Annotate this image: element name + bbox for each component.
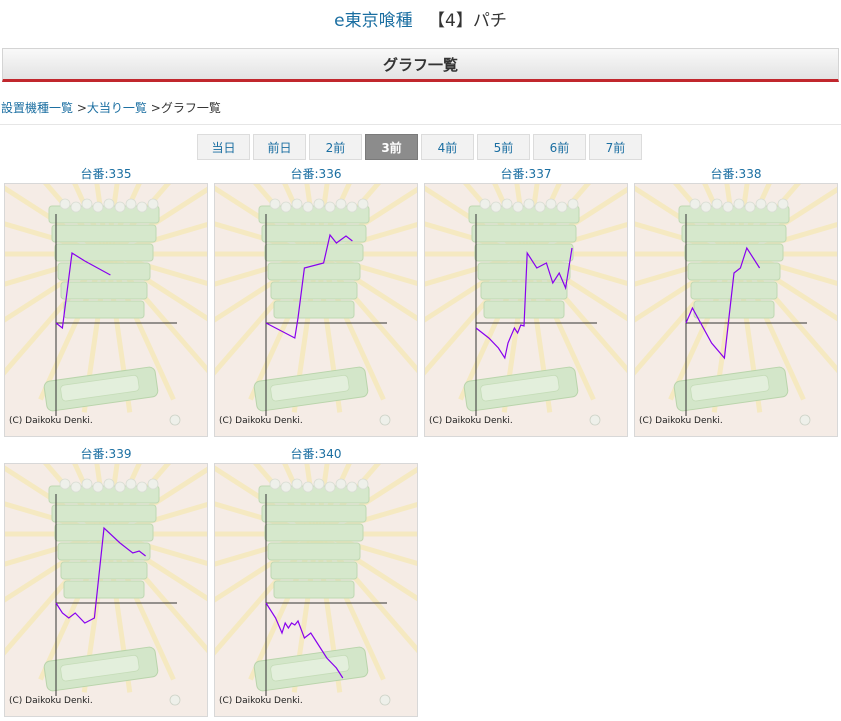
graph-card: 台番:340 (C) Daikoku Denki. (214, 446, 418, 717)
breadcrumb-item-hits[interactable]: 大当り一覧 (87, 101, 147, 115)
slump-graph[interactable]: (C) Daikoku Denki. (214, 183, 418, 437)
breadcrumb-separator: > (150, 101, 161, 115)
tab-yesterday[interactable]: 前日 (253, 134, 306, 160)
tab-4-days-ago[interactable]: 4前 (421, 134, 474, 160)
breadcrumb: 設置機種一覧 >大当り一覧 >グラフ一覧 (1, 99, 221, 116)
page-heading-text: グラフ一覧 (382, 55, 458, 74)
machine-background-art (215, 184, 417, 426)
graph-card: 台番:336 (C) Daikoku Denki. (214, 166, 418, 437)
copyright-text: (C) Daikoku Denki. (639, 416, 723, 426)
tab-today[interactable]: 当日 (197, 134, 250, 160)
copyright-text: (C) Daikoku Denki. (429, 416, 513, 426)
copyright-text: (C) Daikoku Denki. (219, 696, 303, 706)
copyright-text: (C) Daikoku Denki. (9, 696, 93, 706)
graph-card: 台番:339 (C) Daikoku Denki. (4, 446, 208, 717)
tab-6-days-ago[interactable]: 6前 (533, 134, 586, 160)
slump-graph[interactable]: (C) Daikoku Denki. (4, 183, 208, 437)
graph-card: 台番:335 (C) Daikoku Denki. (4, 166, 208, 437)
machine-background-art (5, 184, 207, 426)
machine-link[interactable]: e東京喰種 (334, 11, 412, 31)
slump-graph[interactable]: (C) Daikoku Denki. (4, 463, 208, 717)
machine-number-link[interactable]: 台番:340 (214, 446, 418, 462)
tab-7-days-ago[interactable]: 7前 (589, 134, 642, 160)
machine-background-art (215, 464, 417, 706)
slump-graph[interactable]: (C) Daikoku Denki. (214, 463, 418, 717)
breadcrumb-separator: > (76, 101, 87, 115)
day-tabs: 当日 前日 2前 3前 4前 5前 6前 7前 (197, 134, 642, 160)
tab-2-days-ago[interactable]: 2前 (309, 134, 362, 160)
machine-number-link[interactable]: 台番:339 (4, 446, 208, 462)
tab-5-days-ago[interactable]: 5前 (477, 134, 530, 160)
graph-card: 台番:337 (C) Daikoku Denki. (424, 166, 628, 437)
machine-number-link[interactable]: 台番:338 (634, 166, 838, 182)
copyright-text: (C) Daikoku Denki. (219, 416, 303, 426)
tab-3-days-ago[interactable]: 3前 (365, 134, 418, 160)
divider (0, 124, 841, 125)
page-title-area: e東京喰種 【4】パチ (0, 6, 841, 31)
machine-number-link[interactable]: 台番:336 (214, 166, 418, 182)
slump-graph[interactable]: (C) Daikoku Denki. (424, 183, 628, 437)
machine-number-link[interactable]: 台番:335 (4, 166, 208, 182)
machine-number-link[interactable]: 台番:337 (424, 166, 628, 182)
graph-card: 台番:338 (C) Daikoku Denki. (634, 166, 838, 437)
breadcrumb-item-machines[interactable]: 設置機種一覧 (1, 101, 73, 115)
machine-background-art (425, 184, 627, 426)
slump-graph[interactable]: (C) Daikoku Denki. (634, 183, 838, 437)
machine-background-art (5, 464, 207, 706)
page-heading: グラフ一覧 (2, 48, 839, 82)
machine-suffix: 【4】パチ (428, 11, 507, 31)
machine-background-art (635, 184, 837, 426)
copyright-text: (C) Daikoku Denki. (9, 416, 93, 426)
breadcrumb-item-current: グラフ一覧 (160, 101, 221, 115)
